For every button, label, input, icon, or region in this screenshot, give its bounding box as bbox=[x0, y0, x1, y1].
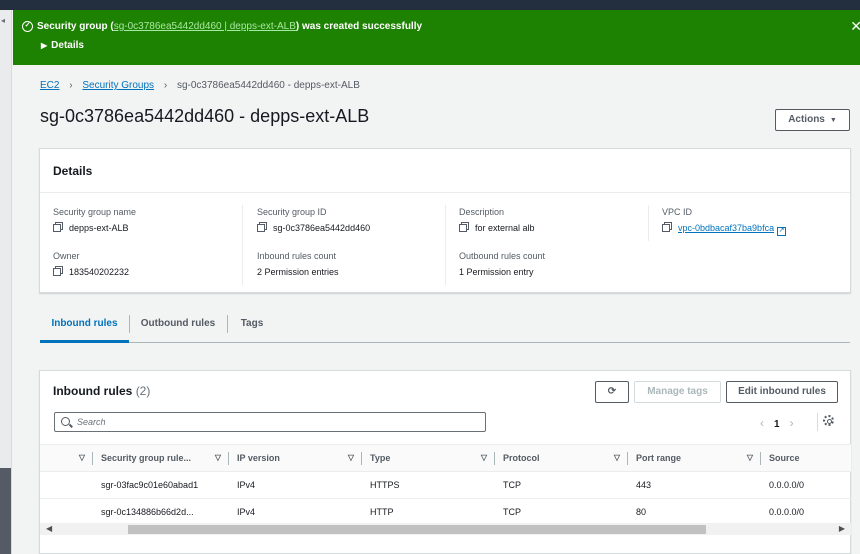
copy-icon[interactable] bbox=[53, 268, 61, 276]
sort-caret-icon[interactable]: ▽ bbox=[747, 453, 753, 462]
caret-right-icon: ▶ bbox=[41, 41, 48, 50]
table-header-row: ▽ Security group rule... ▽ IP version ▽ Ty… bbox=[40, 444, 851, 472]
copy-icon[interactable] bbox=[257, 224, 265, 232]
cell-port-range: 80 bbox=[628, 498, 761, 526]
cell-source: 0.0.0.0/0 bbox=[761, 498, 851, 526]
chevron-left-icon[interactable]: ‹ bbox=[760, 416, 764, 430]
tab-divider bbox=[129, 315, 130, 333]
caret-down-icon: ▼ bbox=[829, 117, 837, 124]
table-row[interactable]: sgr-0c134886b66d2d... IPv4 HTTP TCP 80 0… bbox=[40, 498, 851, 526]
column-divider bbox=[648, 205, 649, 241]
flash-details-toggle[interactable]: ▶ Details bbox=[41, 40, 84, 51]
flash-sg-link[interactable]: sg-0c3786ea5442dd460 | depps-ext-ALB bbox=[114, 21, 296, 32]
tab-divider bbox=[227, 315, 228, 333]
flash-message: Security group (sg-0c3786ea5442dd460 | d… bbox=[37, 21, 423, 32]
column-header-rule-id[interactable]: Security group rule... ▽ bbox=[93, 444, 229, 472]
external-link-icon[interactable]: ↗ bbox=[777, 227, 787, 236]
row-select-cell[interactable] bbox=[40, 498, 93, 526]
tab-outbound-rules[interactable]: Outbound rules bbox=[134, 310, 222, 343]
field-vpc-id: VPC ID vpc-0bdbacaf37ba9bfca ↗ bbox=[662, 207, 787, 236]
table-row[interactable]: sgr-03fac9c01e60abad1 IPv4 HTTPS TCP 443… bbox=[40, 471, 851, 499]
column-header-port-range[interactable]: Port range ▽ bbox=[628, 444, 761, 472]
actions-button[interactable]: Actions ▼ bbox=[775, 109, 850, 131]
cell-rule-id: sgr-0c134886b66d2d... bbox=[93, 498, 229, 526]
sort-caret-icon[interactable]: ▽ bbox=[79, 453, 85, 462]
cell-protocol: TCP bbox=[495, 471, 628, 499]
column-header-type[interactable]: Type ▽ bbox=[362, 444, 495, 472]
column-header-source[interactable]: Source bbox=[761, 444, 851, 472]
field-inbound-count: Inbound rules count 2 Permission entries bbox=[257, 251, 339, 277]
cell-rule-id: sgr-03fac9c01e60abad1 bbox=[93, 471, 229, 499]
scroll-right-icon[interactable]: ▶ bbox=[839, 524, 845, 533]
details-header: Details bbox=[40, 149, 850, 193]
cell-port-range: 443 bbox=[628, 471, 761, 499]
scroll-left-icon[interactable]: ◀ bbox=[46, 524, 52, 533]
breadcrumb-security-groups[interactable]: Security Groups bbox=[82, 80, 154, 91]
edit-inbound-rules-button[interactable]: Edit inbound rules bbox=[726, 381, 838, 403]
column-header-ip-version[interactable]: IP version ▽ bbox=[229, 444, 362, 472]
breadcrumb-current: sg-0c3786ea5442dd460 - depps-ext-ALB bbox=[176, 80, 360, 91]
scrollbar-thumb[interactable] bbox=[128, 525, 706, 534]
field-sg-name: Security group name depps-ext-ALB bbox=[53, 207, 137, 233]
breadcrumb-ec2[interactable]: EC2 bbox=[40, 80, 59, 91]
breadcrumb: EC2 › Security Groups › sg-0c3786ea5442d… bbox=[40, 80, 360, 91]
column-divider bbox=[445, 205, 446, 285]
cell-ip-version: IPv4 bbox=[229, 471, 362, 499]
inbound-rules-title: Inbound rules (2) bbox=[53, 384, 151, 398]
page-number[interactable]: 1 bbox=[774, 419, 780, 430]
details-title: Details bbox=[53, 164, 93, 178]
chevron-right-icon[interactable]: › bbox=[790, 416, 794, 430]
refresh-icon: ⟳ bbox=[607, 386, 617, 397]
row-select-cell[interactable] bbox=[40, 471, 93, 499]
inbound-rules-table: ▽ Security group rule... ▽ IP version ▽ Ty… bbox=[40, 444, 851, 526]
sort-caret-icon[interactable]: ▽ bbox=[614, 453, 620, 462]
close-icon[interactable]: ✕ bbox=[850, 18, 860, 35]
page-title: sg-0c3786ea5442dd460 - depps-ext-ALB bbox=[40, 106, 370, 126]
tab-inbound-rules[interactable]: Inbound rules bbox=[40, 310, 129, 343]
chevron-right-icon: › bbox=[69, 80, 73, 91]
success-check-icon: ✓ bbox=[22, 21, 33, 32]
chevron-right-icon: › bbox=[163, 80, 168, 91]
settings-gear-icon[interactable] bbox=[823, 415, 834, 426]
copy-icon[interactable] bbox=[53, 224, 61, 232]
sort-caret-icon[interactable]: ▽ bbox=[481, 453, 487, 462]
sort-caret-icon[interactable]: ▽ bbox=[348, 453, 354, 462]
inbound-rules-panel: Inbound rules (2) ⟳ Manage tags Edit inb… bbox=[39, 370, 851, 554]
copy-icon[interactable] bbox=[459, 224, 467, 232]
sort-caret-icon[interactable]: ▽ bbox=[215, 453, 221, 462]
search-field[interactable] bbox=[54, 412, 486, 432]
column-header-protocol[interactable]: Protocol ▽ bbox=[495, 444, 628, 472]
horizontal-scrollbar[interactable]: ◀ ▶ bbox=[40, 523, 851, 535]
field-owner: Owner 183540202232 bbox=[53, 251, 130, 277]
field-description: Description for external alb bbox=[459, 207, 535, 233]
manage-tags-button[interactable]: Manage tags bbox=[634, 381, 721, 403]
cell-type: HTTPS bbox=[362, 471, 495, 499]
tab-bar: Inbound rules Outbound rules Tags bbox=[40, 310, 850, 343]
collapse-caret-icon[interactable]: ◂ bbox=[1, 16, 10, 25]
cell-protocol: TCP bbox=[495, 498, 628, 526]
search-icon bbox=[61, 417, 70, 426]
aws-top-nav-bar bbox=[0, 0, 860, 10]
pager-divider bbox=[817, 413, 818, 431]
refresh-button[interactable]: ⟳ bbox=[595, 381, 629, 403]
vpc-id-link[interactable]: vpc-0bdbacaf37ba9bfca bbox=[678, 223, 774, 233]
cell-type: HTTP bbox=[362, 498, 495, 526]
select-column-header: ▽ bbox=[40, 444, 93, 472]
column-divider bbox=[242, 205, 243, 285]
cell-ip-version: IPv4 bbox=[229, 498, 362, 526]
field-sg-id: Security group ID sg-0c3786ea5442dd460 bbox=[257, 207, 371, 233]
left-side-rail: ◂ bbox=[0, 10, 12, 554]
details-panel: Details Security group name depps-ext-AL… bbox=[39, 148, 851, 293]
copy-icon[interactable] bbox=[662, 224, 670, 232]
success-flash-banner: ✓ Security group (sg-0c3786ea5442dd460 |… bbox=[13, 10, 860, 65]
pagination: ‹ 1 › bbox=[760, 416, 794, 430]
search-input[interactable] bbox=[77, 415, 477, 429]
tab-tags[interactable]: Tags bbox=[232, 310, 272, 343]
field-outbound-count: Outbound rules count 1 Permission entry bbox=[459, 251, 546, 277]
cell-source: 0.0.0.0/0 bbox=[761, 471, 851, 499]
side-rail-handle[interactable] bbox=[0, 468, 11, 554]
